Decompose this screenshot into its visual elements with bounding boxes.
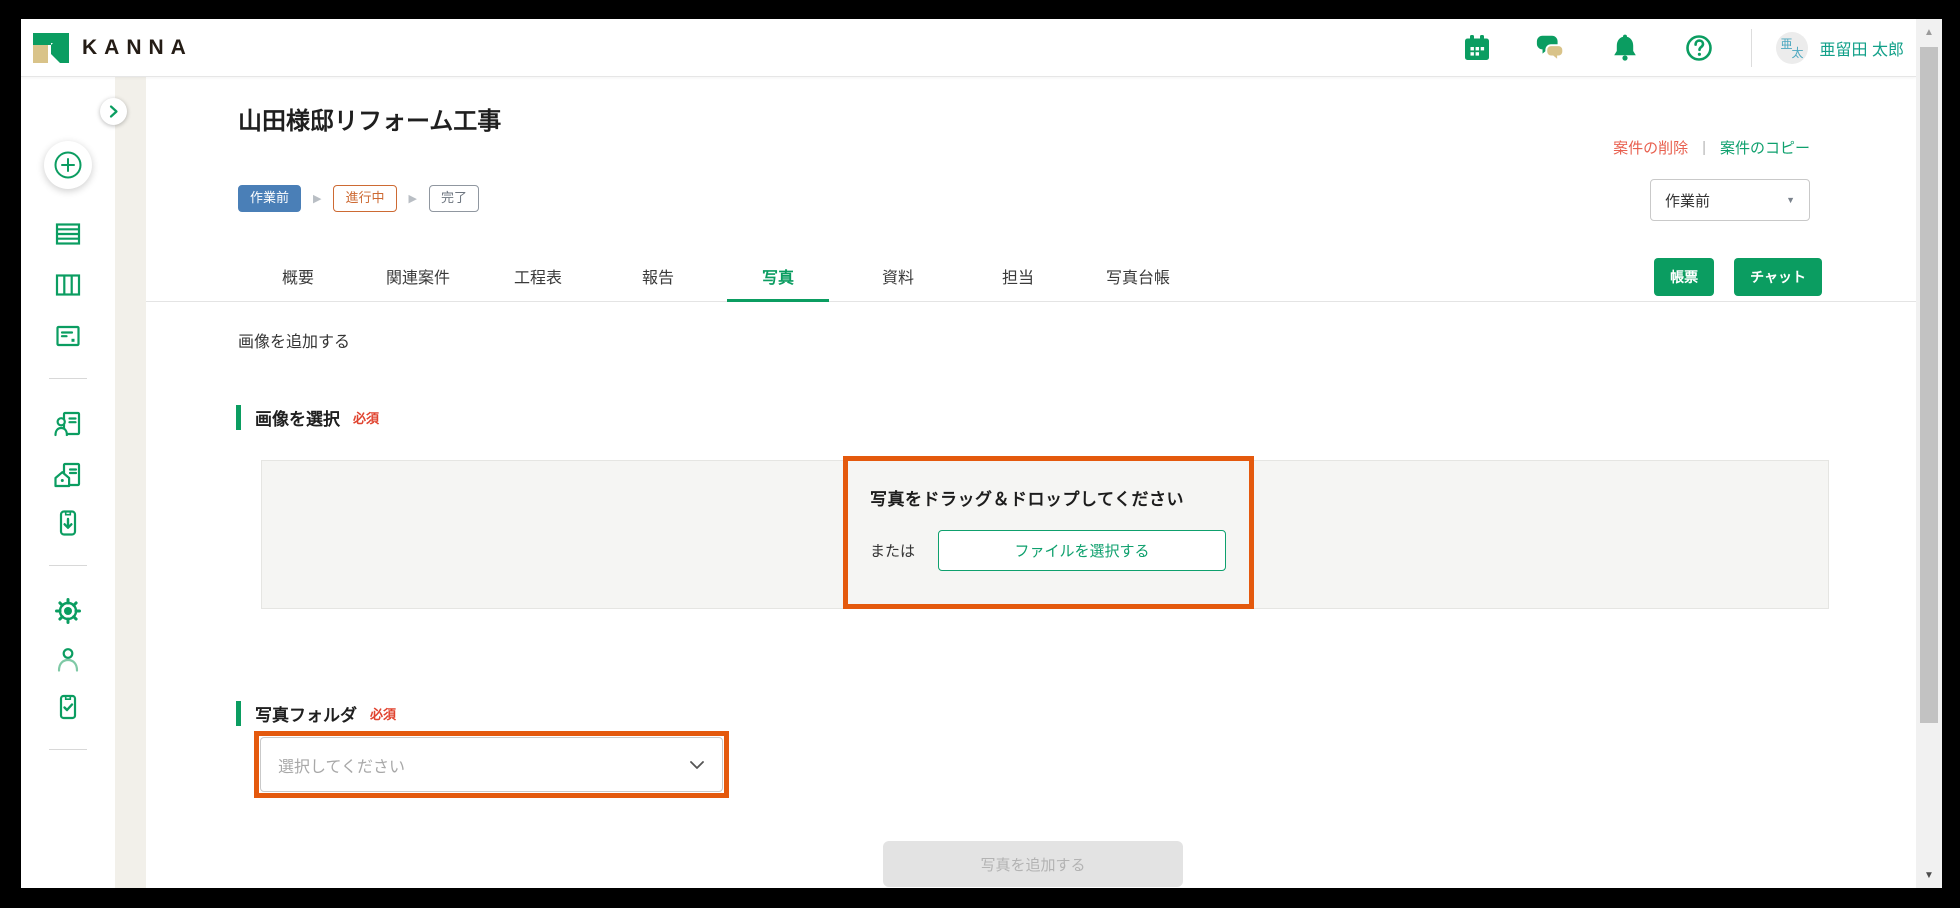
avatar[interactable]: 亜 太 (1776, 32, 1808, 64)
tab-photos[interactable]: 写真 (718, 250, 838, 301)
required-badge: 必須 (370, 704, 396, 723)
folder-section-title: 写真フォルダ (255, 701, 357, 726)
tab-action-buttons: 帳票 チャット (1654, 258, 1822, 296)
select-file-button[interactable]: ファイルを選択する (938, 530, 1226, 571)
project-list-icon (53, 219, 83, 249)
help-icon-glyph (1683, 32, 1715, 64)
plus-circle-icon (44, 141, 92, 189)
sidebar-item-app-download[interactable] (53, 508, 83, 538)
site-report-icon (53, 460, 83, 490)
tasks-clipboard-icon (53, 692, 83, 722)
profile-icon (53, 644, 83, 674)
board-columns-icon (53, 270, 83, 300)
section-accent-bar (236, 405, 241, 430)
calendar-icon[interactable] (1461, 32, 1493, 64)
avatar-char-2: 太 (1792, 44, 1804, 61)
bell-icon-glyph (1609, 32, 1641, 64)
tab-documents[interactable]: 資料 (838, 250, 958, 301)
sidebar-expand-button[interactable] (100, 98, 127, 125)
calendar-icon-glyph (1461, 32, 1493, 64)
scrollbar[interactable]: ▲ ▼ (1916, 19, 1942, 888)
member-report-icon (53, 409, 83, 439)
user-name[interactable]: 亜留田 太郎 (1820, 36, 1904, 60)
status-dropdown[interactable]: 作業前 ▼ (1650, 179, 1810, 221)
status-badge-complete: 完了 (429, 185, 479, 212)
app-window: KANNA (21, 19, 1942, 888)
scrollbar-thumb[interactable] (1920, 47, 1938, 723)
notification-bell-icon[interactable] (1609, 32, 1641, 64)
chat-icon-glyph (1535, 32, 1567, 64)
sidebar-item-settings[interactable] (53, 596, 83, 626)
sidebar-item-project-list[interactable] (53, 219, 83, 249)
image-section-title: 画像を選択 (255, 405, 340, 430)
status-badge-in-progress: 進行中 (333, 185, 396, 212)
kanna-logo[interactable]: KANNA (33, 33, 193, 63)
select-placeholder: 選択してください (278, 753, 405, 777)
step-arrow-icon: ▶ (313, 192, 321, 205)
app-download-icon (53, 508, 83, 538)
status-badge-before-work: 作業前 (238, 185, 301, 212)
sidebar-item-site-report[interactable] (53, 460, 83, 490)
folder-section-header: 写真フォルダ 必須 (236, 699, 396, 727)
sidebar-divider (49, 378, 87, 379)
delete-case-link[interactable]: 案件の削除 (1613, 137, 1688, 158)
links-separator: | (1702, 139, 1706, 156)
sidebar (21, 77, 115, 888)
header-actions: 亜 太 亜留田 太郎 (1419, 19, 1904, 76)
card-icon (53, 321, 83, 351)
add-photos-button[interactable]: 写真を追加する (883, 841, 1183, 887)
tabs: 概要 関連案件 工程表 報告 写真 資料 担当 写真台帳 (238, 250, 1198, 301)
tab-overview[interactable]: 概要 (238, 250, 358, 301)
scrollbar-up-arrow[interactable]: ▲ (1916, 24, 1942, 42)
sidebar-divider (49, 749, 87, 750)
header-divider (1751, 29, 1752, 67)
status-steps: 作業前 ▶ 進行中 ▶ 完了 (238, 185, 479, 212)
sidebar-item-profile[interactable] (53, 644, 83, 674)
section-accent-bar (236, 701, 241, 726)
tab-assignees[interactable]: 担当 (958, 250, 1078, 301)
or-label: または (870, 540, 915, 561)
main-content: 山田様邸リフォーム工事 案件の削除 | 案件のコピー 作業前 ▶ 進行中 ▶ 完… (146, 77, 1916, 888)
caret-down-icon: ▼ (1786, 195, 1795, 205)
tab-schedule[interactable]: 工程表 (478, 250, 598, 301)
sidebar-divider (49, 565, 87, 566)
sidebar-item-cards[interactable] (53, 321, 83, 351)
sidebar-item-tasks[interactable] (53, 692, 83, 722)
app-header: KANNA (21, 19, 1916, 77)
case-actions: 案件の削除 | 案件のコピー (1613, 137, 1810, 158)
sidebar-item-member-report[interactable] (53, 409, 83, 439)
scrollbar-down-arrow[interactable]: ▼ (1916, 867, 1942, 885)
dropzone-actions: または ファイルを選択する (870, 530, 1227, 571)
ledger-button[interactable]: 帳票 (1654, 258, 1714, 296)
logo-text: KANNA (82, 36, 193, 60)
folder-select-highlight-box: 選択してください (254, 731, 729, 798)
help-icon[interactable] (1683, 32, 1715, 64)
tab-related-cases[interactable]: 関連案件 (358, 250, 478, 301)
chat-icon[interactable] (1535, 32, 1567, 64)
create-new-button[interactable] (44, 141, 92, 189)
dropzone-highlight-box: 写真をドラッグ＆ドロップしてください または ファイルを選択する (843, 456, 1254, 609)
status-dropdown-value: 作業前 (1665, 190, 1710, 211)
settings-gear-icon (53, 596, 83, 626)
tab-photo-ledger[interactable]: 写真台帳 (1078, 250, 1198, 301)
chevron-right-icon (100, 98, 127, 125)
step-arrow-icon: ▶ (409, 192, 417, 205)
page-title: 山田様邸リフォーム工事 (238, 101, 501, 136)
image-section-header: 画像を選択 必須 (236, 403, 379, 431)
kanna-logo-icon (33, 33, 69, 63)
required-badge: 必須 (353, 408, 379, 427)
tab-reports[interactable]: 報告 (598, 250, 718, 301)
photo-folder-select[interactable]: 選択してください (260, 737, 723, 792)
chevron-down-icon (689, 760, 705, 770)
tabs-bar: 概要 関連案件 工程表 報告 写真 資料 担当 写真台帳 帳票 チャット (146, 250, 1916, 302)
page-action-label: 画像を追加する (238, 328, 350, 352)
copy-case-link[interactable]: 案件のコピー (1720, 137, 1810, 158)
sidebar-item-board[interactable] (53, 270, 83, 300)
chat-button[interactable]: チャット (1734, 258, 1822, 296)
dropzone-heading: 写真をドラッグ＆ドロップしてください (870, 485, 1227, 510)
